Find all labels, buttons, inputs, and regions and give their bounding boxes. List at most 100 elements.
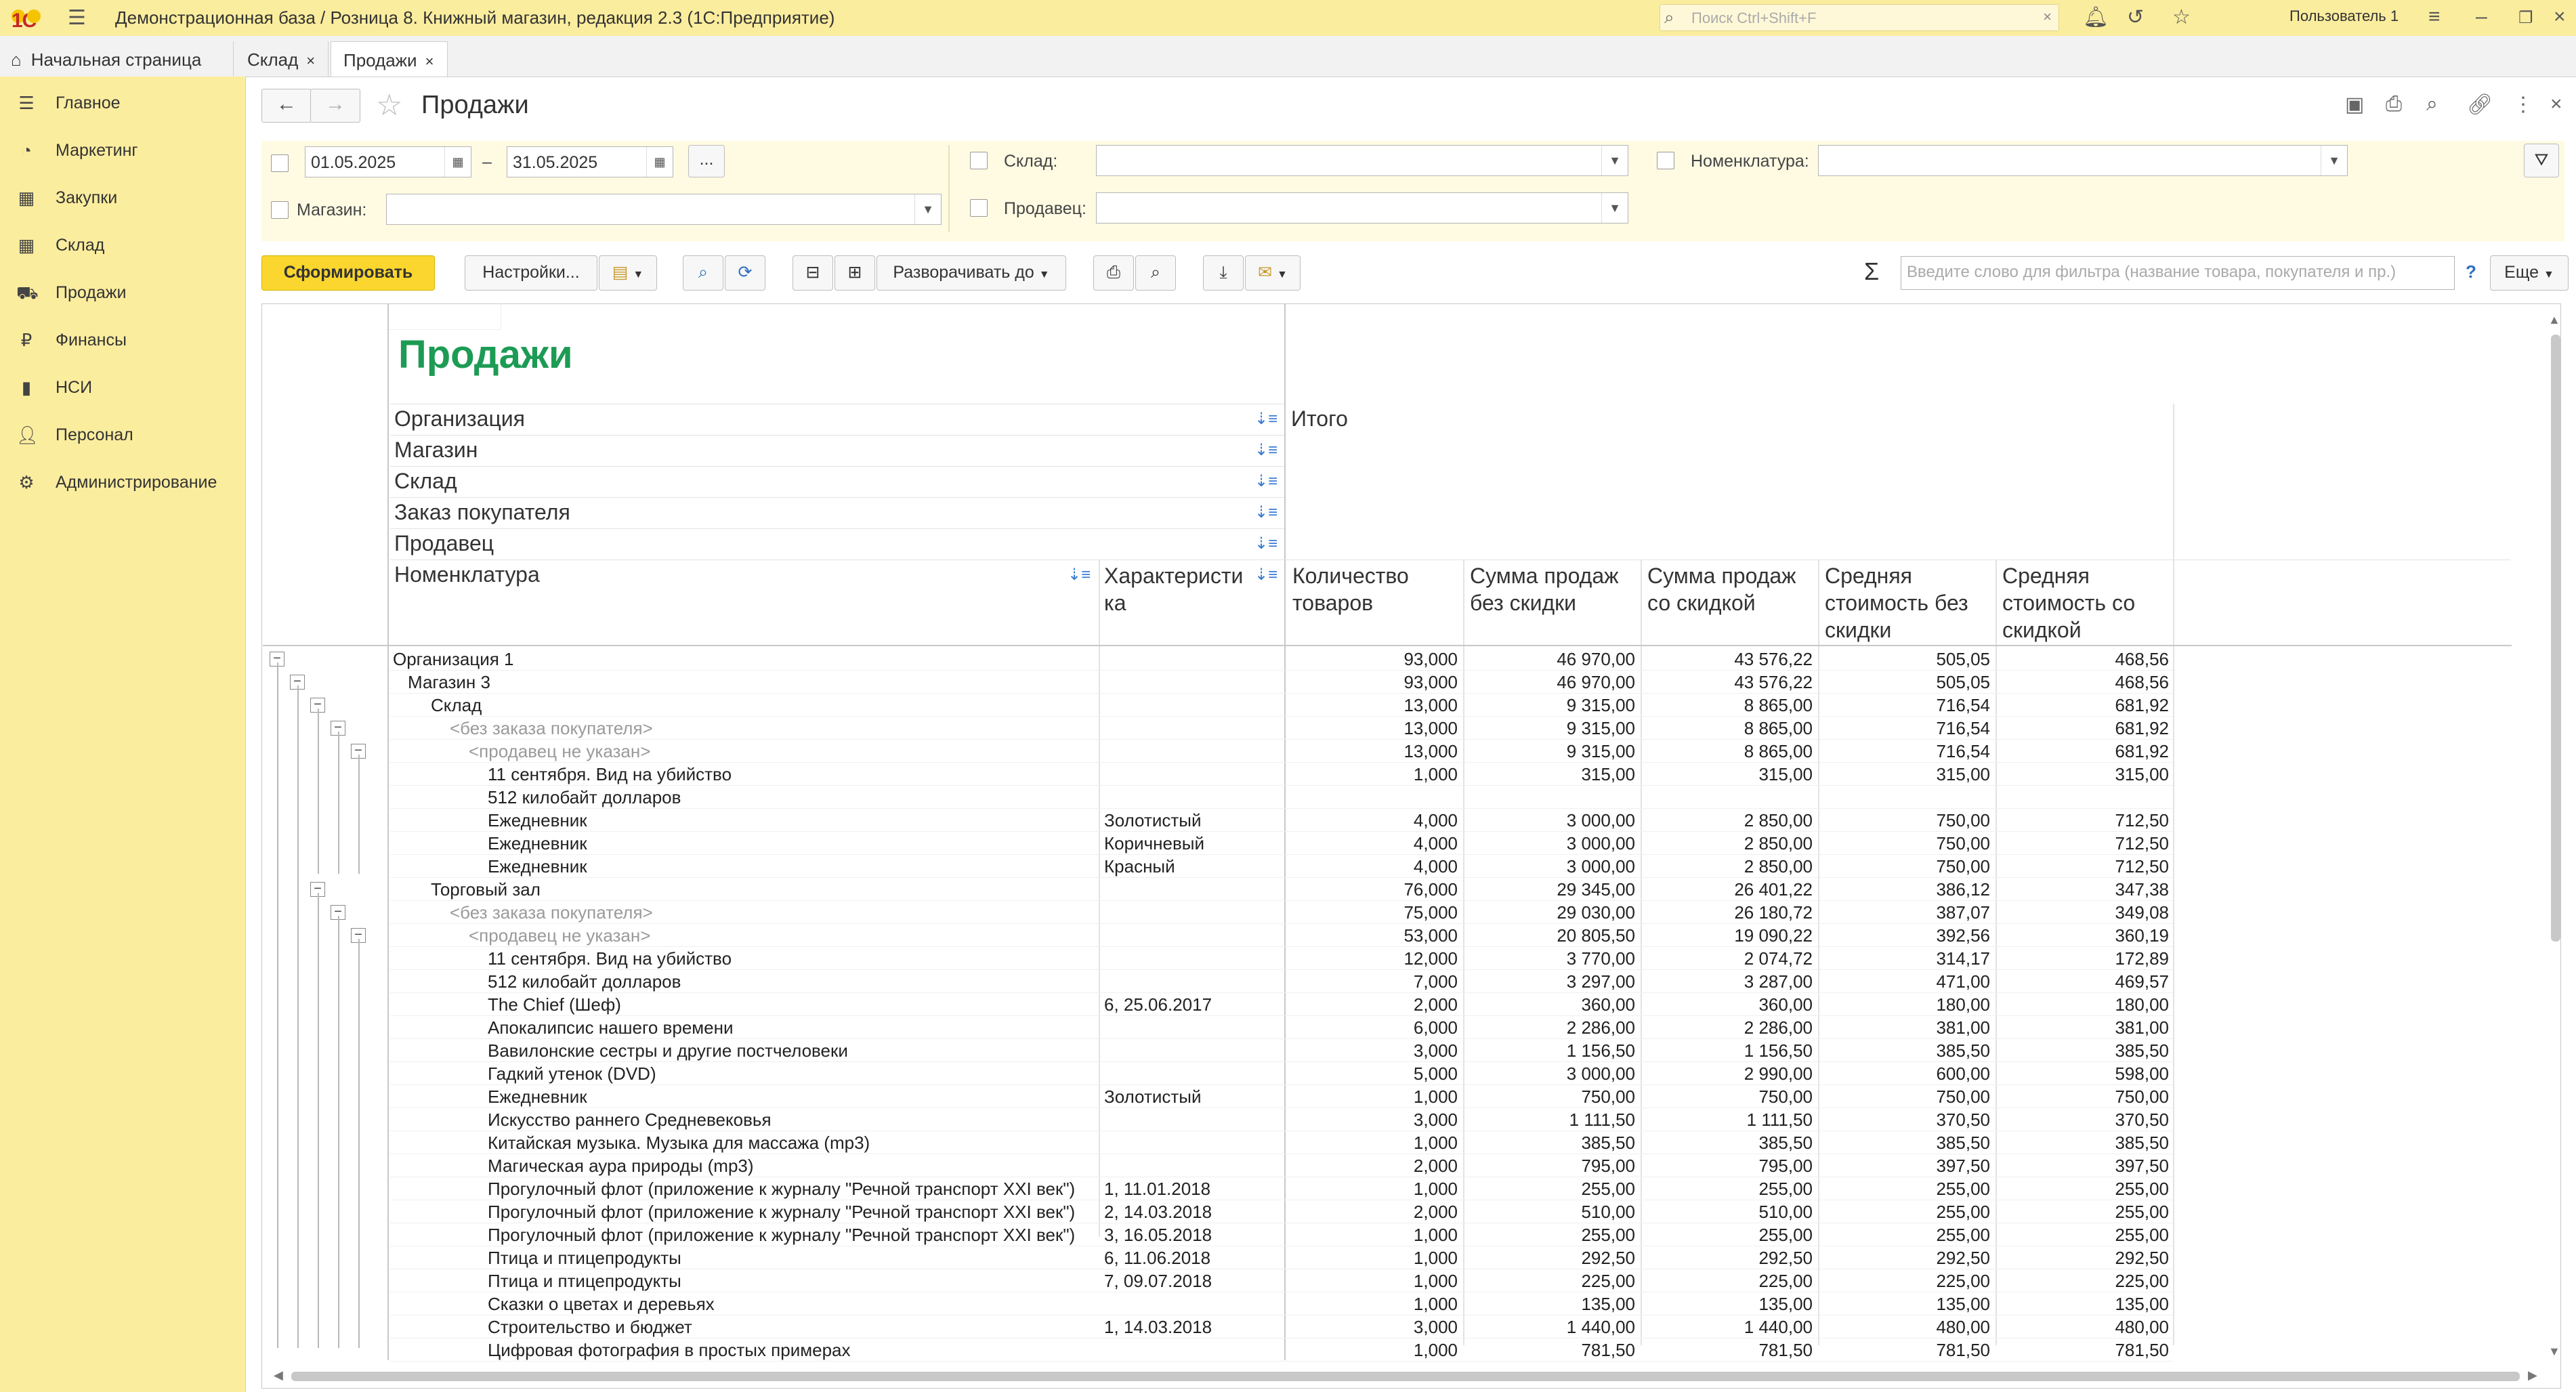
report-row[interactable]: Китайская музыка. Музыка для массажа (mp… [392, 1131, 2173, 1154]
report-row[interactable]: Вавилонские сестры и другие постчеловеки… [392, 1039, 2173, 1062]
prodavec-checkbox[interactable] [970, 199, 988, 217]
horizontal-scrollbar[interactable] [291, 1372, 2520, 1381]
collapse-groups-button[interactable]: ⊟ [793, 255, 833, 291]
report-row[interactable]: 512 килобайт долларов 7,000 3 297,00 3 287,… [392, 970, 2173, 993]
report-row[interactable]: 11 сентября. Вид на убийство 1,000 315,00 3… [392, 763, 2173, 786]
report-row[interactable]: Гадкий утенок (DVD) 5,000 3 000,00 2 990,00… [392, 1062, 2173, 1085]
period-select-button[interactable]: ... [688, 145, 725, 177]
report-filter-input[interactable]: Введите слово для фильтра (название това… [1901, 256, 2455, 290]
main-menu-icon[interactable]: ☰ [68, 8, 86, 28]
report-row[interactable]: Ежедневник Красный 4,000 3 000,00 2 850,00 75… [392, 855, 2173, 878]
prodavec-field[interactable]: ▼ [1096, 192, 1628, 224]
report-row[interactable]: <продавец не указан> 53,000 20 805,50 19 09… [392, 924, 2173, 947]
more-button[interactable]: Еще ▼ [2490, 255, 2569, 291]
print-preview-button[interactable]: ⌕ [1135, 255, 1176, 291]
sidebar-item-sales[interactable]: ⛟ Продажи [0, 273, 245, 314]
scroll-left-icon[interactable]: ◀ [274, 1368, 283, 1383]
sigma-icon[interactable]: Σ [1864, 257, 1879, 286]
variants-button[interactable]: ▤ ▼ [599, 255, 657, 291]
calendar-icon[interactable]: ▦ [646, 147, 673, 177]
report-row[interactable]: Сказки о цветах и деревьях 1,000 135,00 135… [392, 1292, 2173, 1315]
sidebar-item-purchases[interactable]: ▦ Закупки [0, 178, 245, 219]
find-next-button[interactable]: ⟳ [725, 255, 765, 291]
report-row[interactable]: Торговый зал 76,000 29 345,00 26 401,22 386,… [392, 878, 2173, 901]
report-row[interactable]: Склад 13,000 9 315,00 8 865,00 716,54 681,92 [392, 694, 2173, 717]
sidebar-item-main[interactable]: ☰ Главное [0, 83, 245, 124]
expand-to-button[interactable]: Разворачивать до ▼ [877, 255, 1066, 291]
calendar-icon[interactable]: ▦ [444, 147, 471, 177]
chevron-down-icon[interactable]: ▼ [2321, 146, 2347, 175]
report-row[interactable]: Магазин 3 93,000 46 970,00 43 576,22 505,05 4… [392, 671, 2173, 694]
print-icon[interactable]: ⎙ [2386, 93, 2402, 116]
sort-icon[interactable]: ⇣≡ [1254, 503, 1278, 522]
period-checkbox[interactable] [271, 154, 289, 172]
report-row[interactable]: Строительство и бюджет 1, 14.03.2018 3,000… [392, 1315, 2173, 1338]
send-email-button[interactable]: ✉ ▼ [1245, 255, 1301, 291]
magazin-checkbox[interactable] [271, 201, 289, 219]
find-button[interactable]: ⌕ [683, 255, 723, 291]
sidebar-item-marketing[interactable]: ◔ Маркетинг [0, 131, 245, 171]
filter-settings-button[interactable]: ⛛ [2524, 144, 2559, 177]
vertical-scrollbar[interactable] [2551, 335, 2560, 942]
sklad-checkbox[interactable] [970, 152, 988, 169]
report-row[interactable]: <продавец не указан> 13,000 9 315,00 8 865,… [392, 740, 2173, 763]
report-row[interactable]: The Chief (Шеф) 6, 25.06.2017 2,000 360,00 3… [392, 993, 2173, 1016]
clear-search-icon[interactable]: × [2043, 8, 2052, 26]
report-row[interactable]: Прогулочный флот (приложение к журналу "… [392, 1223, 2173, 1246]
report-row[interactable]: Птица и птицепродукты 6, 11.06.2018 1,000 2… [392, 1246, 2173, 1269]
date-from-field[interactable]: 01.05.2025 ▦ [305, 146, 471, 177]
report-row[interactable]: <без заказа покупателя> 75,000 29 030,00 26… [392, 901, 2173, 924]
sidebar-item-admin[interactable]: ⚙ Администрирование [0, 463, 245, 503]
link-icon[interactable]: 🔗︎ [2467, 93, 2493, 117]
close-tab-icon[interactable]: × [306, 52, 315, 69]
scroll-down-icon[interactable]: ▼ [2548, 1345, 2560, 1359]
sidebar-item-nsi[interactable]: ▮ НСИ [0, 368, 245, 408]
report-row[interactable]: Прогулочный флот (приложение к журналу "… [392, 1200, 2173, 1223]
restore-icon[interactable]: ❐ [2518, 8, 2533, 28]
expand-groups-button[interactable]: ⊞ [835, 255, 875, 291]
close-tab-icon[interactable]: × [425, 53, 434, 70]
sort-icon[interactable]: ⇣≡ [1254, 409, 1278, 429]
favorites-star-icon[interactable]: ☆ [2172, 5, 2191, 29]
sidebar-item-personnel[interactable]: 👤︎ Персонал [0, 415, 245, 456]
settings-button[interactable]: Настройки... [465, 255, 597, 291]
tab-sklad[interactable]: Склад × [234, 41, 329, 77]
nomenklatura-checkbox[interactable] [1657, 152, 1674, 169]
tab-prodazhi[interactable]: Продажи × [331, 41, 448, 77]
report-row[interactable]: Организация 1 93,000 46 970,00 43 576,22 505… [392, 648, 2173, 671]
chevron-down-icon[interactable]: ▼ [914, 194, 941, 224]
print-report-button[interactable]: ⎙ [1093, 255, 1134, 291]
report-row[interactable]: 512 килобайт долларов [392, 786, 2173, 809]
report-row[interactable]: Апокалипсис нашего времени 6,000 2 286,00 2… [392, 1016, 2173, 1039]
close-form-icon[interactable]: × [2550, 93, 2562, 116]
report-row[interactable]: 11 сентября. Вид на убийство 12,000 3 770,… [392, 947, 2173, 970]
generate-report-button[interactable]: Сформировать [261, 255, 435, 291]
add-favorite-star-icon[interactable]: ☆ [376, 88, 402, 123]
report-row[interactable]: Ежедневник Золотистый 1,000 750,00 750,00 750… [392, 1085, 2173, 1108]
settings-menu-icon[interactable]: ≡ [2428, 5, 2441, 28]
current-user[interactable]: Пользователь 1 [2289, 7, 2399, 25]
sort-icon[interactable]: ⇣≡ [1254, 565, 1278, 585]
report-row[interactable]: Цифровая фотография в простых примерах 1,… [392, 1338, 2173, 1362]
date-to-field[interactable]: 31.05.2025 ▦ [507, 146, 673, 177]
chevron-down-icon[interactable]: ▼ [1601, 146, 1628, 175]
tab-home[interactable]: ⌂ Начальная страница [0, 41, 234, 77]
chevron-down-icon[interactable]: ▼ [1601, 193, 1628, 223]
sidebar-item-warehouse[interactable]: ▦ Склад [0, 226, 245, 266]
close-window-icon[interactable]: × [2554, 5, 2566, 28]
report-row[interactable]: Магическая аура природы (mp3) 2,000 795,00… [392, 1154, 2173, 1177]
preview-icon[interactable]: ⌕ [2426, 93, 2438, 116]
sklad-field[interactable]: ▼ [1096, 145, 1628, 176]
scroll-up-icon[interactable]: ▲ [2548, 313, 2560, 327]
bell-icon[interactable]: 🔔︎ [2083, 5, 2109, 29]
help-link[interactable]: ? [2466, 261, 2476, 282]
report-row[interactable]: Птица и птицепродукты 7, 09.07.2018 1,000 2… [392, 1269, 2173, 1292]
sort-icon[interactable]: ⇣≡ [1254, 534, 1278, 553]
sort-icon[interactable]: ⇣≡ [1254, 440, 1278, 460]
save-to-file-button[interactable]: ⤓ [1203, 255, 1244, 291]
report-row[interactable]: Ежедневник Золотистый 4,000 3 000,00 2 850,0… [392, 809, 2173, 832]
more-vertical-icon[interactable]: ⋮ [2513, 93, 2533, 117]
save-icon[interactable]: ▣ [2345, 93, 2364, 117]
report-row[interactable]: Прогулочный флот (приложение к журналу "… [392, 1177, 2173, 1200]
report-row[interactable]: Ежедневник Коричневый 4,000 3 000,00 2 850,0… [392, 832, 2173, 855]
